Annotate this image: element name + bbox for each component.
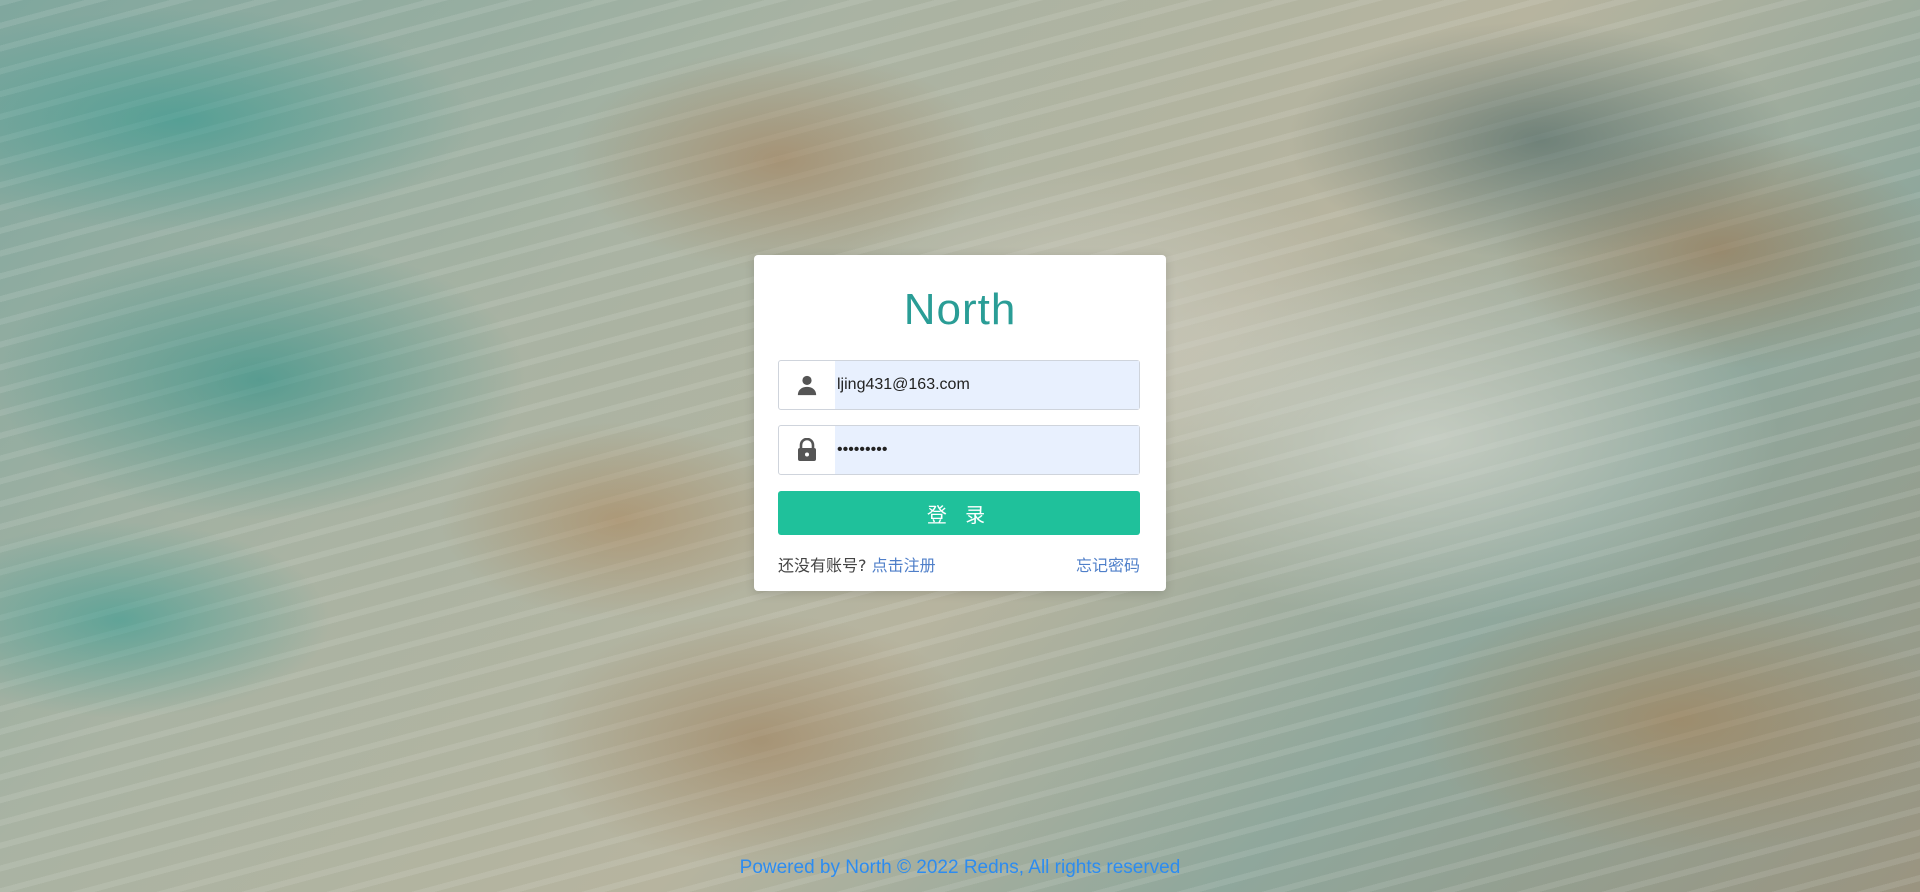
login-card: North 登 录 还没有账号? 点击注册 忘记密码	[754, 255, 1166, 591]
lock-icon	[779, 426, 835, 474]
login-button[interactable]: 登 录	[778, 491, 1140, 535]
user-icon	[779, 361, 835, 409]
password-input[interactable]	[835, 426, 1139, 474]
forgot-password-link[interactable]: 忘记密码	[1076, 552, 1140, 576]
form-links: 还没有账号? 点击注册 忘记密码	[778, 552, 1140, 576]
footer-copyright: Powered by North © 2022 Redns, All right…	[739, 857, 1181, 878]
register-link[interactable]: 点击注册	[872, 556, 936, 575]
username-input[interactable]	[835, 361, 1139, 409]
password-field	[778, 425, 1140, 475]
username-field	[778, 360, 1140, 410]
app-title: North	[903, 285, 1017, 334]
register-prompt: 还没有账号?	[778, 556, 867, 575]
